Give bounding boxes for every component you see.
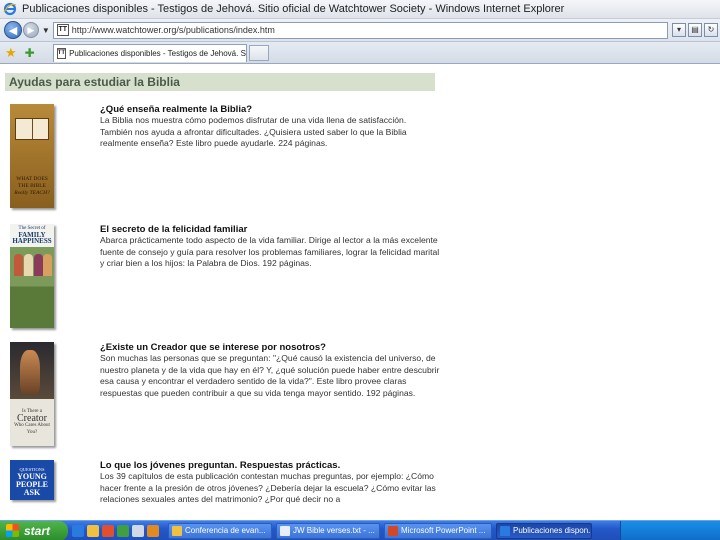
back-arrow-icon: ◀: [8, 24, 18, 37]
quick-launch: [72, 524, 162, 537]
internet-explorer-icon: [3, 2, 17, 16]
tab-label: Publicaciones disponibles - Testigos de …: [69, 48, 246, 58]
add-favorites-icon[interactable]: ✚: [25, 46, 35, 60]
media-player-icon[interactable]: [102, 524, 114, 537]
messenger-icon[interactable]: [117, 524, 129, 537]
forward-arrow-icon: ▶: [27, 24, 35, 35]
publication-title-link[interactable]: Lo que los jóvenes preguntan. Respuestas…: [100, 460, 440, 471]
navigation-bar: ◀ ▶ ▼ TT http://www.watchtower.org/s/pub…: [0, 19, 720, 42]
window-title-bar: Publicaciones disponibles - Testigos de …: [0, 0, 720, 19]
forward-button[interactable]: ▶: [22, 22, 39, 38]
family-figure: [24, 254, 33, 276]
family-figure: [43, 254, 52, 276]
book-cover-young-people[interactable]: QUESTIONS YOUNG PEOPLE ASK: [10, 460, 54, 500]
taskbar-button-active[interactable]: Publicaciones dispon...: [496, 522, 592, 539]
internet-explorer-icon: [500, 525, 510, 536]
taskbar-button[interactable]: JW Bible verses.txt - ...: [276, 522, 380, 539]
tab-publicaciones[interactable]: TT Publicaciones disponibles - Testigos …: [52, 43, 247, 62]
tab-bar: ★ ✚ TT Publicaciones disponibles - Testi…: [0, 42, 720, 64]
start-label: start: [24, 523, 51, 538]
cover-text: Is There a Creator Who Cares About You?: [14, 409, 50, 435]
powerpoint-icon: [388, 525, 398, 536]
folder-icon[interactable]: [87, 524, 99, 537]
tab-favicon-icon: TT: [56, 47, 67, 59]
internet-explorer-icon[interactable]: [72, 524, 84, 537]
publication-title-link[interactable]: ¿Existe un Creador que se interese por n…: [100, 342, 440, 353]
compatibility-view-icon[interactable]: ▤: [688, 23, 702, 37]
desktop-icon[interactable]: [132, 524, 144, 537]
nebula-illustration: [20, 350, 40, 394]
cover-text: QUESTIONS YOUNG PEOPLE ASK: [15, 467, 48, 497]
page-content: Ayudas para estudiar la Biblia WHAT DOES…: [0, 64, 720, 520]
family-figure: [14, 254, 23, 276]
publication-description: Los 39 capítulos de esta publicación con…: [100, 471, 436, 504]
system-tray: [620, 520, 720, 540]
section-title: Ayudas para estudiar la Biblia: [5, 73, 435, 91]
firefox-icon[interactable]: [147, 524, 159, 537]
window-title: Publicaciones disponibles - Testigos de …: [22, 3, 565, 15]
publication-title-link[interactable]: El secreto de la felicidad familiar: [100, 224, 440, 235]
windows-taskbar: start Conferencia de evan... JW Bible ve…: [0, 520, 720, 540]
family-figure: [34, 254, 43, 276]
address-dropdown-button[interactable]: ▾: [672, 23, 686, 37]
address-url[interactable]: http://www.watchtower.org/s/publications…: [72, 25, 275, 35]
refresh-button[interactable]: ↻: [704, 23, 718, 37]
taskbar-button[interactable]: Microsoft PowerPoint ...: [384, 522, 492, 539]
back-button[interactable]: ◀: [4, 21, 22, 39]
publication-description: Abarca prácticamente todo aspecto de la …: [100, 235, 440, 268]
publication-description: Son muchas las personas que se preguntan…: [100, 353, 440, 398]
publication-description: La Biblia nos muestra cómo podemos disfr…: [100, 115, 407, 148]
book-cover-bible-teach[interactable]: WHAT DOES THE BIBLE Really TEACH?: [10, 104, 54, 208]
windows-logo-icon: [6, 524, 19, 537]
taskbar-button[interactable]: Conferencia de evan...: [168, 522, 272, 539]
cover-text: The Secret of FAMILY HAPPINESS: [12, 226, 52, 245]
site-favicon-icon: TT: [56, 24, 69, 36]
folder-icon: [172, 525, 182, 536]
book-cover-creator[interactable]: Is There a Creator Who Cares About You?: [10, 342, 54, 446]
address-field[interactable]: TT http://www.watchtower.org/s/publicati…: [52, 21, 668, 39]
start-button[interactable]: start: [0, 520, 68, 540]
open-book-illustration: [15, 118, 49, 140]
publication-title-link[interactable]: ¿Qué enseña realmente la Biblia?: [100, 104, 440, 115]
notepad-icon: [280, 525, 290, 536]
cover-text: WHAT DOES THE BIBLE Really TEACH?: [14, 176, 50, 196]
favorites-star-icon[interactable]: ★: [5, 45, 17, 61]
history-dropdown-icon[interactable]: ▼: [42, 26, 50, 35]
new-tab-button[interactable]: [248, 44, 269, 61]
book-cover-family-happiness[interactable]: The Secret of FAMILY HAPPINESS: [10, 224, 54, 328]
